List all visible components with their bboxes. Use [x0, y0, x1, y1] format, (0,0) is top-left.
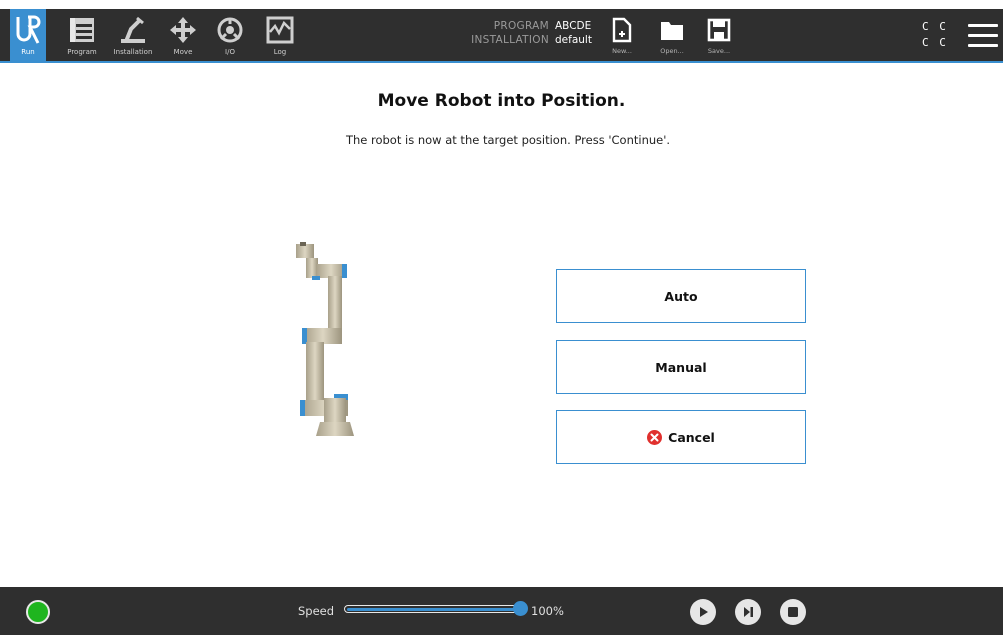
tab-log-label: Log: [273, 48, 287, 56]
tab-io[interactable]: I/O: [212, 9, 248, 61]
cc-line-2: C C: [922, 36, 948, 49]
installation-key: INSTALLATION: [471, 34, 549, 46]
program-installation-info: PROGRAM ABCDE INSTALLATION default: [455, 19, 595, 47]
hamburger-menu-icon[interactable]: [968, 24, 998, 50]
open-button[interactable]: Open...: [650, 9, 694, 61]
installation-name: default: [555, 34, 592, 46]
play-button[interactable]: [690, 599, 716, 625]
speed-slider[interactable]: [344, 605, 522, 613]
auto-button[interactable]: Auto: [556, 269, 806, 323]
speed-label: Speed: [298, 604, 335, 618]
program-key: PROGRAM: [493, 20, 549, 32]
manual-button-label: Manual: [655, 359, 707, 375]
stop-button[interactable]: [780, 599, 806, 625]
move-arrows-icon: [166, 13, 200, 47]
play-icon: [700, 607, 708, 617]
open-folder-icon: [659, 15, 685, 45]
ur-logo-icon: [11, 13, 45, 47]
program-icon: [65, 13, 99, 47]
auto-button-label: Auto: [664, 288, 698, 304]
save-button[interactable]: Save...: [697, 9, 741, 61]
robot-arm-illustration: [290, 240, 370, 440]
save-button-label: Save...: [707, 47, 731, 55]
cancel-x-icon: [647, 429, 663, 445]
speed-slider-thumb[interactable]: [513, 601, 528, 616]
program-name: ABCDE: [555, 20, 592, 32]
tab-move[interactable]: Move: [164, 9, 202, 61]
manual-button[interactable]: Manual: [556, 340, 806, 394]
io-icon: [213, 13, 247, 47]
tab-installation-label: Installation: [113, 48, 153, 56]
step-button[interactable]: [735, 599, 761, 625]
tab-program[interactable]: Program: [62, 9, 102, 61]
cc-line-1: C C: [922, 20, 948, 33]
open-button-label: Open...: [660, 47, 684, 55]
robot-status-indicator-icon[interactable]: [26, 600, 50, 624]
cc-indicator: C C C C: [922, 19, 952, 51]
bottom-control-bar: Speed 100%: [0, 587, 1003, 635]
new-button[interactable]: New...: [600, 9, 644, 61]
save-icon: [706, 15, 732, 45]
new-button-label: New...: [612, 47, 632, 55]
tab-run[interactable]: Run: [10, 9, 46, 61]
speed-value: 100%: [531, 604, 564, 618]
step-icon: [744, 607, 753, 617]
page-title: Move Robot into Position.: [377, 91, 626, 111]
top-navigation-bar: Run Program Installation Move I/O Log PR…: [0, 9, 1003, 63]
tab-run-label: Run: [21, 48, 35, 56]
speed-slider-fill: [347, 607, 521, 611]
cancel-button-label: Cancel: [668, 429, 715, 445]
cancel-button[interactable]: Cancel: [556, 410, 806, 464]
log-icon: [263, 13, 297, 47]
tab-move-label: Move: [173, 48, 193, 56]
installation-icon: [116, 13, 150, 47]
instruction-message: The robot is now at the target position.…: [345, 133, 671, 147]
tab-program-label: Program: [67, 48, 97, 56]
tab-installation[interactable]: Installation: [109, 9, 157, 61]
tab-log[interactable]: Log: [262, 9, 298, 61]
stop-icon: [788, 607, 798, 617]
tab-io-label: I/O: [225, 48, 235, 56]
new-file-icon: [609, 15, 635, 45]
